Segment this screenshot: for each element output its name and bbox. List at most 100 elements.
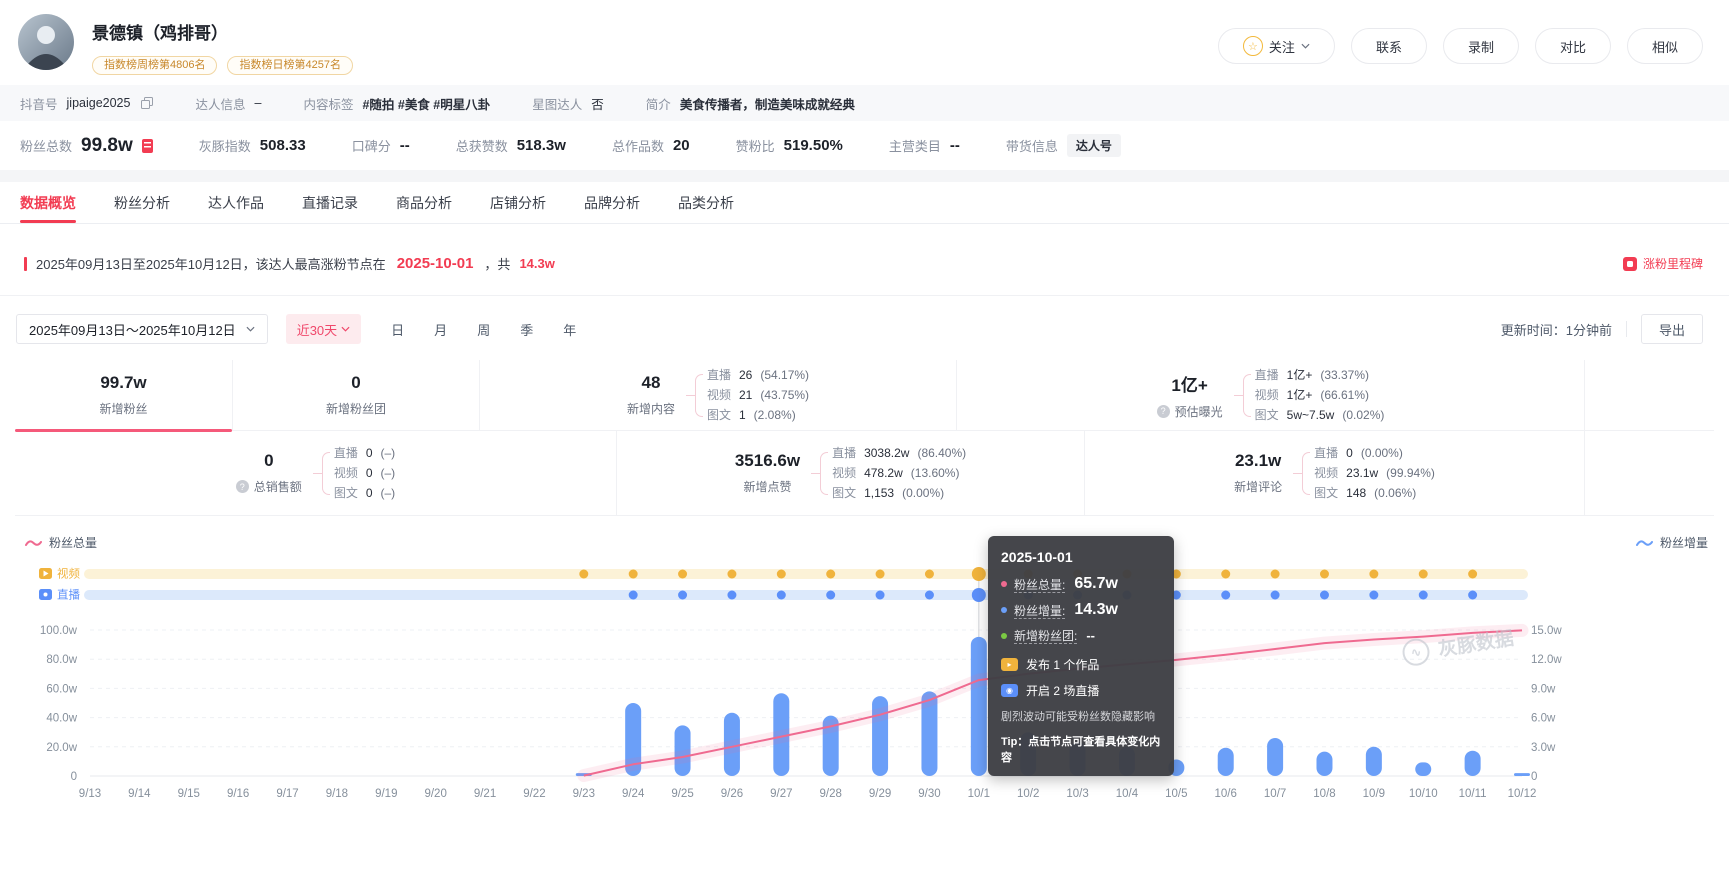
compare-button[interactable]: 对比	[1535, 28, 1611, 64]
milestone-link[interactable]: 涨粉里程碑	[1623, 255, 1703, 272]
sales-breakdown: 直播0(–) 视频0(–) 图文0(–)	[320, 445, 395, 502]
unit-day[interactable]: 日	[391, 320, 404, 339]
avatar-placeholder	[18, 14, 74, 70]
tab-creator-works[interactable]: 达人作品	[208, 182, 264, 223]
fans-trend-chart-section: 粉丝总量 粉丝增量 视频直播100.0w15.0w80.0w12.0w60.0w…	[0, 524, 1729, 816]
chevron-down-icon	[341, 326, 350, 332]
empty-cell	[1585, 360, 1714, 430]
tab-brand-analysis[interactable]: 品牌分析	[584, 182, 640, 223]
card-new-fans[interactable]: 99.7w 新增粉丝	[15, 360, 233, 430]
card-new-likes[interactable]: 3516.6w 新增点赞 直播3038.2w(86.40%) 视频478.2w(…	[617, 431, 1085, 515]
follow-button[interactable]: ☆ 关注	[1218, 28, 1335, 64]
svg-text:9/30: 9/30	[918, 788, 940, 800]
svg-text:15.0w: 15.0w	[1531, 625, 1562, 637]
svg-text:0: 0	[71, 771, 77, 783]
stat-total-fans: 粉丝总数 99.8w	[20, 135, 153, 157]
svg-text:9/20: 9/20	[424, 788, 446, 800]
chart-tooltip: 2025-10-01 粉丝总量: 65.7w 粉丝增量: 14.3w 新增粉丝团…	[988, 536, 1174, 776]
similar-button[interactable]: 相似	[1627, 28, 1703, 64]
star-icon: ☆	[1243, 36, 1263, 56]
date-range-picker[interactable]: 2025年09月13日～2025年10月12日	[16, 314, 268, 344]
svg-text:9/13: 9/13	[79, 788, 101, 800]
export-button[interactable]: 导出	[1641, 314, 1703, 344]
card-estimated-exposure[interactable]: 1亿+ ?预估曝光 直播1亿+(33.37%) 视频1亿+(66.61%) 图文…	[957, 360, 1585, 430]
tooltip-video-event: ▸ 发布 1 个作品	[1001, 656, 1161, 673]
creator-name: 景德镇（鸡排哥）	[92, 19, 353, 44]
svg-text:直播: 直播	[57, 588, 80, 602]
creator-info-bar: 抖音号 jipaige2025 达人信息 – 内容标签 #随拍 #美食 #明星八…	[0, 85, 1729, 121]
svg-text:10/4: 10/4	[1116, 788, 1139, 800]
tooltip-date: 2025-10-01	[1001, 549, 1161, 565]
tooltip-fan-club: 新增粉丝团: --	[1001, 627, 1161, 644]
tab-product-analysis[interactable]: 商品分析	[396, 182, 452, 223]
unit-week[interactable]: 周	[477, 320, 490, 339]
tooltip-note: 剧烈波动可能受粉丝数隐藏影响	[1001, 710, 1161, 725]
card-new-content[interactable]: 48 新增内容 直播26(54.17%) 视频21(43.75%) 图文1(2.…	[480, 360, 957, 430]
stat-main-category: 主营类目 --	[889, 136, 960, 155]
svg-text:9/23: 9/23	[573, 788, 595, 800]
svg-text:9/18: 9/18	[326, 788, 348, 800]
creator-detail-item: 达人信息 –	[195, 94, 261, 113]
svg-text:10/2: 10/2	[1017, 788, 1039, 800]
info-icon[interactable]: ?	[236, 480, 249, 493]
stats-bar: 粉丝总数 99.8w 灰豚指数 508.33 口碑分 -- 总获赞数 518.3…	[0, 121, 1729, 170]
svg-text:10/6: 10/6	[1215, 788, 1237, 800]
svg-text:9/28: 9/28	[819, 788, 841, 800]
star-map-item: 星图达人 否	[532, 94, 604, 113]
svg-text:10/7: 10/7	[1264, 788, 1286, 800]
unit-month[interactable]: 月	[434, 320, 447, 339]
stat-total-works: 总作品数 20	[612, 136, 690, 155]
tab-category-analysis[interactable]: 品类分析	[678, 182, 734, 223]
comments-breakdown: 直播0(0.00%) 视频23.1w(99.94%) 图文148(0.06%)	[1300, 445, 1435, 502]
tab-fans-analysis[interactable]: 粉丝分析	[114, 182, 170, 223]
svg-text:9/19: 9/19	[375, 788, 397, 800]
info-icon[interactable]: ?	[1157, 405, 1170, 418]
copy-icon[interactable]	[141, 97, 153, 109]
green-dot-icon	[1001, 633, 1007, 639]
svg-text:12.0w: 12.0w	[1531, 654, 1562, 666]
svg-text:9/29: 9/29	[869, 788, 891, 800]
rank-badge-daily: 指数榜日榜第4257名	[227, 56, 352, 75]
creator-account-badge: 达人号	[1067, 134, 1121, 157]
card-total-sales[interactable]: 0 ?总销售额 直播0(–) 视频0(–) 图文0(–)	[15, 431, 617, 515]
chevron-down-icon	[246, 326, 255, 332]
douyin-id-item: 抖音号 jipaige2025	[20, 94, 153, 113]
unit-year[interactable]: 年	[563, 320, 576, 339]
notice-peak-date: 2025-10-01	[397, 255, 474, 272]
tab-live-records[interactable]: 直播记录	[302, 182, 358, 223]
quick-range-selector[interactable]: 近30天	[286, 314, 361, 344]
chevron-down-icon	[1301, 43, 1310, 49]
svg-text:10/3: 10/3	[1066, 788, 1088, 800]
svg-text:10/8: 10/8	[1313, 788, 1335, 800]
tab-shop-analysis[interactable]: 店铺分析	[490, 182, 546, 223]
svg-text:10/9: 10/9	[1363, 788, 1385, 800]
tab-data-overview[interactable]: 数据概览	[20, 182, 76, 223]
contact-button[interactable]: 联系	[1351, 28, 1427, 64]
fans-chart[interactable]: 视频直播100.0w15.0w80.0w12.0w60.0w9.0w40.0w6…	[15, 561, 1580, 811]
svg-text:视频: 视频	[57, 567, 80, 581]
stat-like-fan-ratio: 赞粉比 519.50%	[736, 136, 843, 155]
growth-notice: 2025年09月13日至2025年10月12日，该达人最高涨粉节点在 2025-…	[0, 224, 1729, 295]
douyin-id-value: jipaige2025	[67, 96, 131, 110]
card-new-comments[interactable]: 23.1w 新增评论 直播0(0.00%) 视频23.1w(99.94%) 图文…	[1085, 431, 1585, 515]
card-new-fan-club[interactable]: 0 新增粉丝团	[233, 360, 480, 430]
line-wave-icon	[25, 538, 42, 548]
line-wave-icon	[1636, 538, 1653, 548]
svg-text:9/21: 9/21	[474, 788, 496, 800]
creator-analytics-page: 景德镇（鸡排哥） 指数榜周榜第4806名 指数榜日榜第4257名 ☆ 关注 联系…	[0, 0, 1729, 881]
summary-cards: 99.7w 新增粉丝 0 新增粉丝团 48 新增内容 直播26(54.17%) …	[15, 360, 1714, 516]
svg-text:9/26: 9/26	[721, 788, 743, 800]
tooltip-fans-increment: 粉丝增量: 14.3w	[1001, 601, 1161, 619]
unit-quarter[interactable]: 季	[520, 320, 533, 339]
svg-text:40.0w: 40.0w	[46, 713, 77, 725]
svg-text:100.0w: 100.0w	[40, 625, 78, 637]
live-icon: ◉	[1001, 684, 1018, 697]
tooltip-tip: Tip：点击节点可查看具体变化内容	[1001, 733, 1161, 765]
record-button[interactable]: 录制	[1443, 28, 1519, 64]
video-icon: ▸	[1001, 658, 1018, 671]
legend-fans-total[interactable]: 粉丝总量	[25, 534, 97, 551]
svg-text:0: 0	[1531, 771, 1537, 783]
fans-rank-icon[interactable]	[142, 139, 153, 153]
legend-fans-increment[interactable]: 粉丝增量	[1636, 534, 1708, 551]
svg-text:9/22: 9/22	[523, 788, 545, 800]
